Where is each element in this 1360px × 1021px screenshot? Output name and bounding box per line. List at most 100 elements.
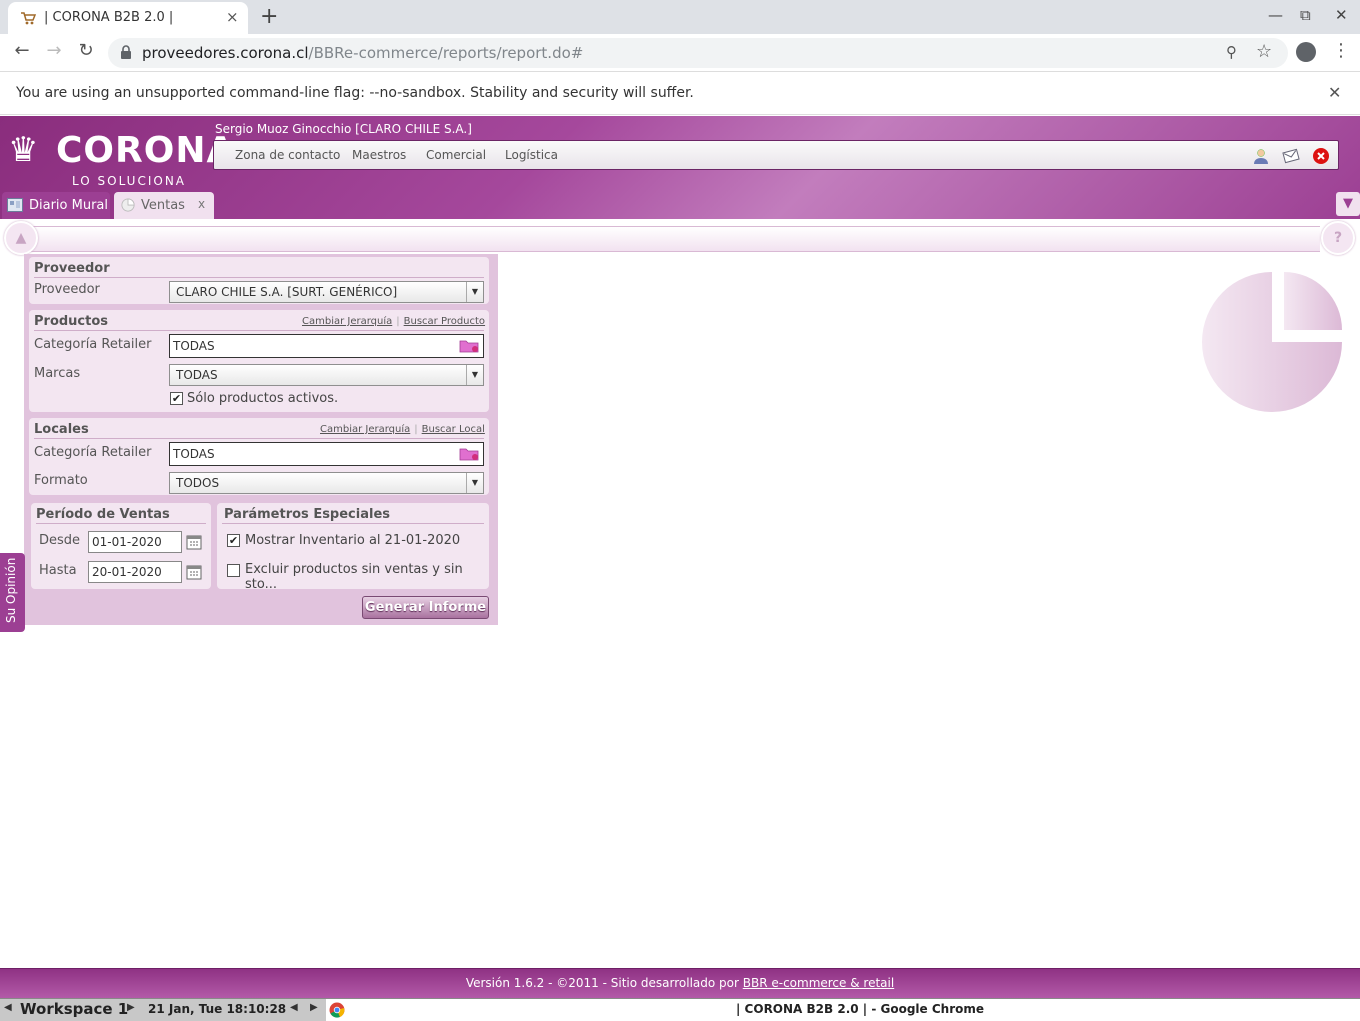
solo-activos-checkbox[interactable]: ✔ xyxy=(170,392,183,405)
categoria-retailer-field[interactable]: TODAS xyxy=(169,442,484,466)
forward-icon[interactable]: → xyxy=(42,40,66,61)
menu-comercial[interactable]: Comercial xyxy=(426,148,486,162)
mail-icon[interactable] xyxy=(1282,147,1300,165)
section-title: Productos xyxy=(34,314,109,329)
cambiar-jerarquia-link[interactable]: Cambiar Jerarquía xyxy=(320,424,410,435)
section-title: Locales xyxy=(34,422,89,437)
profile-avatar-icon[interactable] xyxy=(1296,42,1316,62)
close-tab-icon[interactable]: x xyxy=(198,197,205,211)
buscar-producto-link[interactable]: Buscar Producto xyxy=(404,316,485,327)
back-icon[interactable]: ← xyxy=(10,40,34,61)
close-window-icon[interactable]: ✕ xyxy=(1335,6,1348,24)
generar-informe-button[interactable]: Generar Informe xyxy=(362,596,489,619)
browser-menu-icon[interactable]: ⋮ xyxy=(1332,40,1350,61)
user-profile-icon[interactable] xyxy=(1252,147,1270,165)
cambiar-jerarquia-link[interactable]: Cambiar Jerarquía xyxy=(302,316,392,327)
divider xyxy=(34,277,484,278)
bookmark-star-icon[interactable]: ☆ xyxy=(1256,41,1272,62)
divider xyxy=(36,523,206,524)
tab-ventas[interactable]: Ventas x xyxy=(114,192,214,219)
collapse-up-icon[interactable]: ▲ xyxy=(4,221,38,255)
categoria-retailer-field[interactable]: TODAS xyxy=(169,334,484,358)
chevron-down-icon[interactable]: ▼ xyxy=(466,473,483,493)
divider xyxy=(34,438,484,439)
infobar-close-icon[interactable]: ✕ xyxy=(1328,83,1341,102)
proveedor-value: CLARO CHILE S.A. [SURT. GENÉRICO] xyxy=(176,285,398,299)
section-proveedor: Proveedor Proveedor CLARO CHILE S.A. [SU… xyxy=(29,257,489,304)
desde-label: Desde xyxy=(39,533,81,548)
proveedor-select[interactable]: CLARO CHILE S.A. [SURT. GENÉRICO] ▼ xyxy=(169,281,484,303)
clock: 21 Jan, Tue 18:10:28 xyxy=(148,1002,287,1016)
folder-icon[interactable] xyxy=(459,446,479,461)
prev-window-icon[interactable]: ◀ xyxy=(290,1002,298,1013)
formato-select[interactable]: TODOS ▼ xyxy=(169,472,484,494)
user-name: Sergio Muoz Ginocchio [CLARO CHILE S.A.] xyxy=(215,122,472,136)
calendar-icon[interactable] xyxy=(186,534,202,550)
solo-activos-label: Sólo productos activos. xyxy=(187,391,339,406)
menu-zona-de-contacto[interactable]: Zona de contacto xyxy=(235,148,340,162)
bbr-link[interactable]: BBR e-commerce & retail xyxy=(743,976,894,990)
section-title: Período de Ventas xyxy=(36,507,170,522)
menu-logistica[interactable]: Logística xyxy=(505,148,558,162)
divider xyxy=(222,523,484,524)
filter-collapse-bar xyxy=(20,226,1320,252)
browser-toolbar: ← → ↻ proveedores.corona.cl/BBRe-commerc… xyxy=(0,34,1360,72)
pie-chart-watermark-icon xyxy=(1202,272,1342,412)
folder-icon[interactable] xyxy=(459,338,479,353)
excluir-productos-checkbox[interactable] xyxy=(227,564,240,577)
menu-maestros[interactable]: Maestros xyxy=(352,148,406,162)
tab-diario-mural[interactable]: Diario Mural xyxy=(2,192,110,219)
mostrar-inventario-checkbox[interactable]: ✔ xyxy=(227,534,240,547)
next-workspace-icon[interactable]: ▶ xyxy=(127,1002,135,1013)
footer-text: Versión 1.6.2 - ©2011 - Sitio desarrolla… xyxy=(0,976,1360,990)
logout-icon[interactable] xyxy=(1312,147,1330,165)
corona-logo[interactable]: ♛ CORONA LO SOLUCIONA xyxy=(8,124,234,188)
new-tab-button[interactable]: + xyxy=(260,4,278,29)
lock-icon xyxy=(121,45,131,59)
browser-tab[interactable]: | CORONA B2B 2.0 | × xyxy=(8,2,248,34)
categoria-retailer-label: Categoría Retailer xyxy=(34,337,152,352)
help-icon[interactable]: ? xyxy=(1321,221,1355,255)
buscar-local-link[interactable]: Buscar Local xyxy=(422,424,485,435)
browser-tab-title: | CORONA B2B 2.0 | xyxy=(44,10,174,25)
desde-date-input[interactable]: 01-01-2020 xyxy=(88,531,182,553)
chrome-icon[interactable] xyxy=(329,1002,345,1018)
marcas-value: TODAS xyxy=(176,368,218,382)
section-locales: Locales Cambiar Jerarquía | Buscar Local C… xyxy=(29,418,489,495)
mostrar-inventario-label: Mostrar Inventario al 21-01-2020 xyxy=(245,533,461,548)
crown-logo-icon: ♛ xyxy=(8,130,39,170)
restore-icon[interactable]: ⧉ xyxy=(1300,6,1311,24)
tab-label: Ventas xyxy=(141,198,185,213)
next-window-icon[interactable]: ▶ xyxy=(310,1002,318,1013)
locales-links: Cambiar Jerarquía | Buscar Local xyxy=(320,424,485,435)
proveedor-label: Proveedor xyxy=(34,282,100,297)
tabs-menu-dropdown-icon[interactable]: ▼ xyxy=(1336,192,1360,216)
key-icon[interactable]: ⚲ xyxy=(1226,43,1237,61)
url-text: proveedores.corona.cl/BBRe-commerce/repo… xyxy=(142,44,584,62)
chevron-down-icon[interactable]: ▼ xyxy=(466,282,483,302)
close-tab-icon[interactable]: × xyxy=(226,8,239,26)
minimize-icon[interactable]: — xyxy=(1268,6,1283,24)
workspace-switcher: ◀ Workspace 1 ▶ 21 Jan, Tue 18:10:28 ◀ ▶ xyxy=(0,999,326,1021)
workspace-name[interactable]: Workspace 1 xyxy=(20,1000,128,1018)
marcas-label: Marcas xyxy=(34,366,81,381)
app-header: ♛ CORONA LO SOLUCIONA Sergio Muoz Ginocc… xyxy=(0,116,1360,219)
address-bar[interactable]: proveedores.corona.cl/BBRe-commerce/repo… xyxy=(108,38,1288,68)
section-title: Parámetros Especiales xyxy=(224,507,391,522)
su-opinion-tab[interactable]: Su Opinión xyxy=(0,553,25,632)
marcas-select[interactable]: TODAS ▼ xyxy=(169,364,484,386)
divider xyxy=(34,330,484,331)
prev-workspace-icon[interactable]: ◀ xyxy=(4,1002,12,1013)
logo-tagline: LO SOLUCIONA xyxy=(72,174,186,188)
reload-icon[interactable]: ↻ xyxy=(74,40,98,61)
active-window-title[interactable]: | CORONA B2B 2.0 | - Google Chrome xyxy=(736,1002,984,1016)
chevron-down-icon[interactable]: ▼ xyxy=(466,365,483,385)
calendar-icon[interactable] xyxy=(186,564,202,580)
section-periodo-ventas: Período de Ventas Desde 01-01-2020 Hasta… xyxy=(31,503,211,589)
app-footer: Versión 1.6.2 - ©2011 - Sitio desarrolla… xyxy=(0,968,1360,998)
infobar-message: You are using an unsupported command-lin… xyxy=(16,85,694,101)
formato-value: TODOS xyxy=(176,476,220,490)
categoria-value: TODAS xyxy=(173,447,215,461)
su-opinion-label: Su Opinión xyxy=(4,557,18,623)
hasta-date-input[interactable]: 20-01-2020 xyxy=(88,561,182,583)
